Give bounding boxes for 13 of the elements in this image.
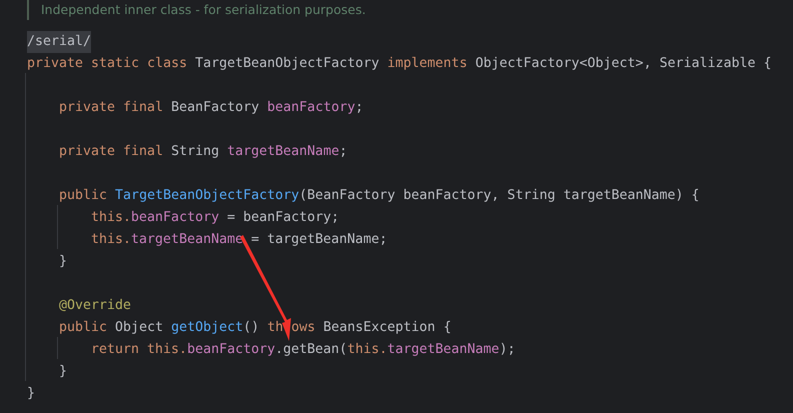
code-line: private final BeanFactory beanFactory; (59, 99, 364, 117)
code-line: public TargetBeanObjectFactory(BeanFactory beanFactory, String targetBeanName) { (59, 187, 700, 205)
doc-comment: Independent inner class - for serialization purposes. (41, 1, 366, 19)
code-line: private final String targetBeanName; (59, 143, 348, 161)
code-line: this.beanFactory = beanFactory; (91, 209, 340, 227)
code-line: } (59, 253, 68, 271)
code-line: } (59, 363, 68, 381)
code-line: } (27, 385, 36, 403)
code-line: this.targetBeanName = targetBeanName; (91, 231, 388, 249)
code-line: private static class TargetBeanObjectFactory implements ObjectFactory<Object>, Serializable { (27, 55, 772, 73)
code-line: return this.beanFactory.getBean(this.targetBeanName); (91, 341, 516, 359)
code-line: public Object getObject() th ows BeansException { (59, 319, 452, 337)
code-line: @Override (59, 297, 132, 315)
